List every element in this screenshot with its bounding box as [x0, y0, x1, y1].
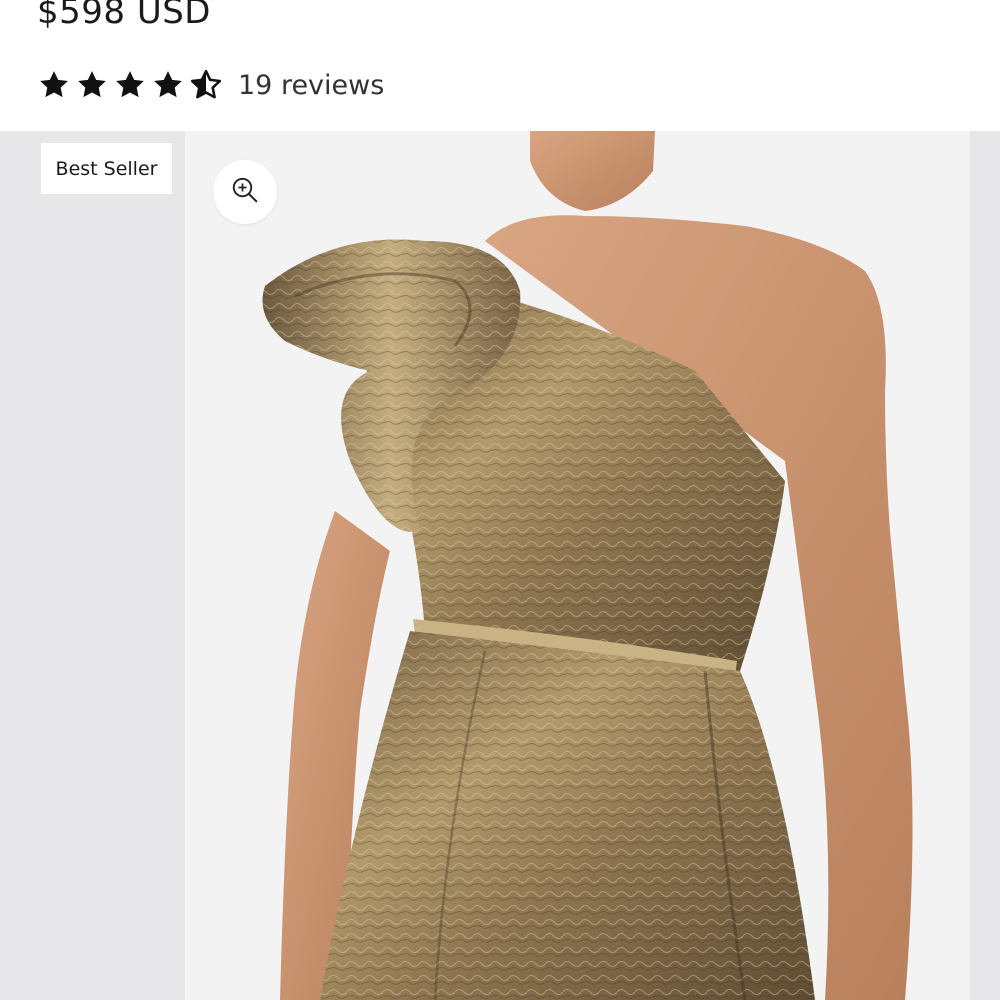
rating-row[interactable]: 19 reviews: [37, 64, 384, 106]
zoom-in-icon: [230, 175, 260, 209]
zoom-button[interactable]: [213, 160, 277, 224]
reviews-link[interactable]: 19 reviews: [238, 70, 384, 101]
best-seller-badge: Best Seller: [41, 143, 172, 194]
product-price: $598 USD: [37, 0, 211, 32]
star-full-icon: [37, 68, 71, 102]
star-half-icon: [189, 68, 223, 102]
product-gallery[interactable]: Best Seller: [0, 131, 1000, 1000]
star-rating: [37, 68, 223, 102]
star-full-icon: [113, 68, 147, 102]
star-full-icon: [75, 68, 109, 102]
product-header: $598 USD 19 reviews: [0, 0, 1000, 131]
product-photo[interactable]: [185, 131, 970, 1000]
star-full-icon: [151, 68, 185, 102]
